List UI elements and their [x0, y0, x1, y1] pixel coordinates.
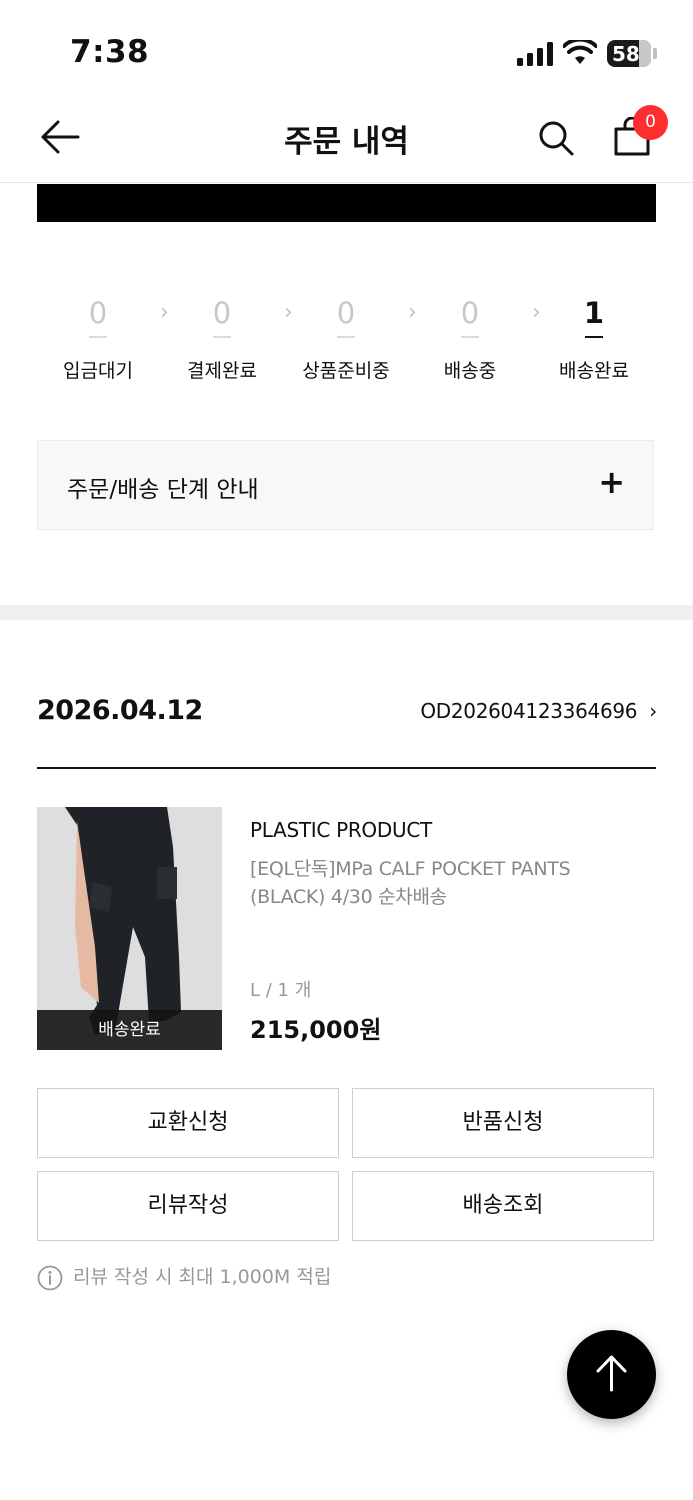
product-option: L / 1 개 [250, 980, 312, 1001]
battery-icon: 58 [607, 40, 651, 67]
step-underline [213, 336, 231, 338]
return-request-button[interactable]: 반품신청 [352, 1088, 654, 1158]
step-count[interactable]: 0 [440, 296, 500, 330]
step-count[interactable]: 1 [564, 296, 624, 330]
step-chevron-icon: › [160, 300, 169, 325]
step-chevron-icon: › [408, 300, 417, 325]
step-underline [89, 336, 107, 338]
scroll-to-top-button[interactable] [567, 1330, 656, 1419]
step-label[interactable]: 입금대기 [33, 356, 163, 383]
guide-label: 주문/배송 단계 안내 [67, 477, 259, 503]
battery-level: 58 [612, 42, 640, 66]
cellular-signal-icon [517, 42, 553, 66]
status-time: 7:38 [70, 34, 150, 70]
track-delivery-button[interactable]: 배송조회 [352, 1171, 654, 1241]
review-reward-notice: 리뷰 작성 시 최대 1,000M 적립 [73, 1266, 332, 1288]
order-shipping-guide-accordion[interactable]: 주문/배송 단계 안내 + [37, 440, 654, 530]
delivery-status-overlay: 배송완료 [37, 1010, 222, 1050]
arrow-up-icon [596, 1355, 627, 1392]
product-brand[interactable]: PLASTIC PRODUCT [250, 818, 432, 842]
expand-plus-icon[interactable]: + [598, 463, 625, 501]
order-date: 2026.04.12 [37, 695, 203, 726]
header-divider [0, 182, 693, 183]
product-image[interactable]: 배송완료 [37, 807, 222, 1050]
battery-cap [653, 48, 657, 59]
order-number-link[interactable]: OD202604123364696 › [420, 699, 657, 723]
step-label[interactable]: 배송중 [405, 356, 535, 383]
info-icon [37, 1265, 63, 1291]
step-count[interactable]: 0 [68, 296, 128, 330]
product-price: 215,000원 [250, 1016, 382, 1044]
search-icon[interactable] [537, 119, 575, 157]
step-label[interactable]: 결제완료 [157, 356, 287, 383]
order-divider [37, 767, 656, 769]
step-chevron-icon: › [532, 300, 541, 325]
step-count[interactable]: 0 [192, 296, 252, 330]
step-count[interactable]: 0 [316, 296, 376, 330]
cart-count-badge: 0 [633, 105, 668, 140]
product-name[interactable]: [EQL단독]MPa CALF POCKET PANTS (BLACK) 4/3… [250, 855, 650, 911]
section-divider [0, 605, 693, 620]
write-review-button[interactable]: 리뷰작성 [37, 1171, 339, 1241]
black-button-partial[interactable] [37, 184, 656, 222]
step-label[interactable]: 배송완료 [529, 356, 659, 383]
order-number: OD202604123364696 [420, 699, 638, 723]
step-label[interactable]: 상품준비중 [281, 356, 411, 383]
wifi-icon [563, 40, 597, 64]
chevron-right-icon: › [649, 699, 657, 723]
exchange-request-button[interactable]: 교환신청 [37, 1088, 339, 1158]
step-underline [461, 336, 479, 338]
step-chevron-icon: › [284, 300, 293, 325]
step-underline [585, 336, 603, 338]
page-title: 주문 내역 [284, 124, 409, 160]
step-underline [337, 336, 355, 338]
